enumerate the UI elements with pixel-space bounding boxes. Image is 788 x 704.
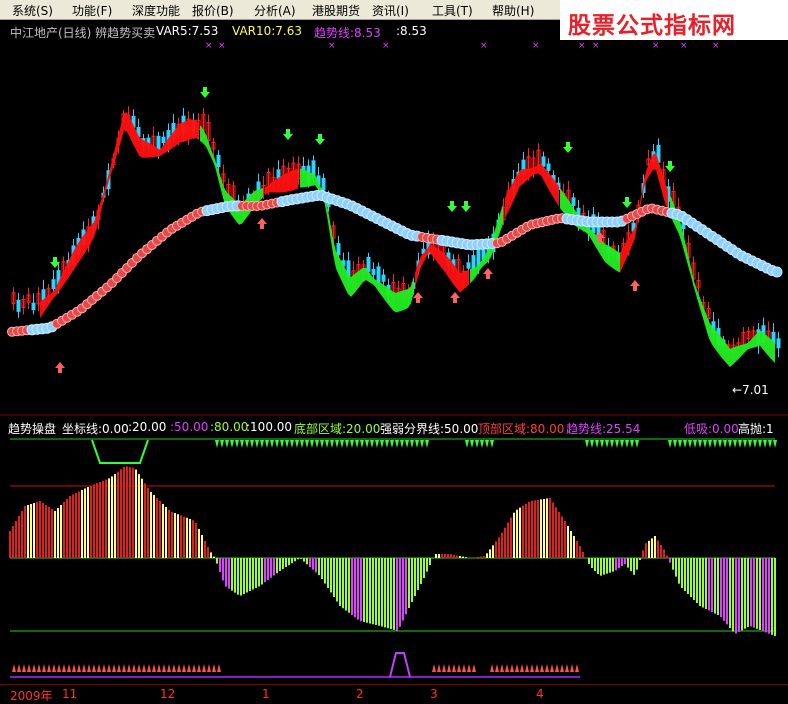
trend-line-label: 趋势线:8.53 xyxy=(314,26,381,40)
var5-label: VAR5:7.53 xyxy=(156,24,219,38)
candle xyxy=(541,156,546,167)
chart-title: 中江地产(日线) 辨趋势买卖 xyxy=(10,26,156,40)
menu-deep-function[interactable]: 深度功能 xyxy=(132,2,180,19)
indicator-name: 趋势操盘 xyxy=(8,422,57,436)
indicator-header: 趋势操盘 坐标线:0.00 :20.00 :50.00 :80.00 :100.… xyxy=(0,418,788,436)
var10-label: VAR10:7.63 xyxy=(232,24,303,38)
candle xyxy=(776,338,781,349)
low-buy-label: 低吸:0.00 xyxy=(684,422,739,436)
date-label-year: 2009年 xyxy=(10,689,53,703)
candle xyxy=(366,257,371,272)
coord-line-label: 坐标线:0.00 xyxy=(62,422,129,436)
level-80-label: :80.00 xyxy=(210,420,249,434)
top-marker: × xyxy=(218,41,226,51)
menu-hk-futures[interactable]: 港股期货 xyxy=(312,2,360,19)
menu-quote[interactable]: 报价(B) xyxy=(192,2,234,19)
menu-tools[interactable]: 工具(T) xyxy=(432,2,473,19)
price-chart: × × × × × × × × × × × xyxy=(0,40,788,416)
indicator-panel[interactable] xyxy=(0,436,788,684)
candle xyxy=(466,262,471,269)
candle xyxy=(31,302,36,311)
watermark-title: 股票公式指标网 xyxy=(568,13,736,39)
candle xyxy=(51,279,56,290)
top-marker: × xyxy=(205,41,213,51)
level-20-label: :20.00 xyxy=(128,420,167,434)
date-label-jan: 1 xyxy=(262,687,270,701)
top-marker: × xyxy=(652,41,660,51)
candle xyxy=(216,154,221,167)
candle xyxy=(471,255,476,270)
indicator-chart xyxy=(0,436,788,684)
menu-function[interactable]: 功能(F) xyxy=(72,2,112,19)
candle xyxy=(256,181,261,191)
level-100-label: :100.00 xyxy=(246,420,293,434)
top-marker: × xyxy=(382,41,390,51)
top-marker: × xyxy=(680,41,688,51)
top-marker: × xyxy=(592,41,600,51)
menu-analysis[interactable]: 分析(A) xyxy=(254,2,296,19)
menu-news[interactable]: 资讯(I) xyxy=(372,2,409,19)
top-marker: × xyxy=(532,41,540,51)
level-50-label: :50.00 xyxy=(170,420,209,434)
price-chart-panel[interactable]: × × × × × × × × × × × xyxy=(0,40,788,416)
bottom-zone-label: 底部区域:20.00 xyxy=(294,422,381,436)
candle xyxy=(336,243,341,255)
date-axis: 2009年 11 12 1 2 3 4 xyxy=(0,684,788,704)
top-marker: × xyxy=(328,41,336,51)
candle xyxy=(156,135,161,150)
candle xyxy=(371,269,376,275)
candle xyxy=(381,274,386,282)
date-label-dec: 12 xyxy=(160,687,176,701)
top-marker: × xyxy=(712,41,720,51)
candle xyxy=(16,299,21,312)
date-label-mar: 3 xyxy=(430,687,438,701)
high-sell-label: 高抛:1 xyxy=(738,422,774,436)
trend-bead xyxy=(771,266,783,278)
menu-help[interactable]: 帮助(H) xyxy=(492,2,534,19)
top-marker: × xyxy=(578,41,586,51)
date-label-apr: 4 xyxy=(536,687,544,701)
indicator-trend-label: 趋势线:25.54 xyxy=(566,422,641,436)
candle xyxy=(321,177,326,191)
top-zone-label: 顶部区域:80.00 xyxy=(478,422,565,436)
low-price-label: ←7.01 xyxy=(732,383,769,397)
candle xyxy=(546,163,551,171)
top-marker: × xyxy=(480,41,488,51)
strength-divider-label: 强弱分界线:50.00 xyxy=(380,422,479,436)
menu-system[interactable]: 系统(S) xyxy=(12,2,53,19)
candle xyxy=(161,136,166,143)
trend-line-value-label: :8.53 xyxy=(396,24,427,38)
date-label-feb: 2 xyxy=(356,687,364,701)
candle xyxy=(571,197,576,206)
date-label-nov: 11 xyxy=(62,687,78,701)
